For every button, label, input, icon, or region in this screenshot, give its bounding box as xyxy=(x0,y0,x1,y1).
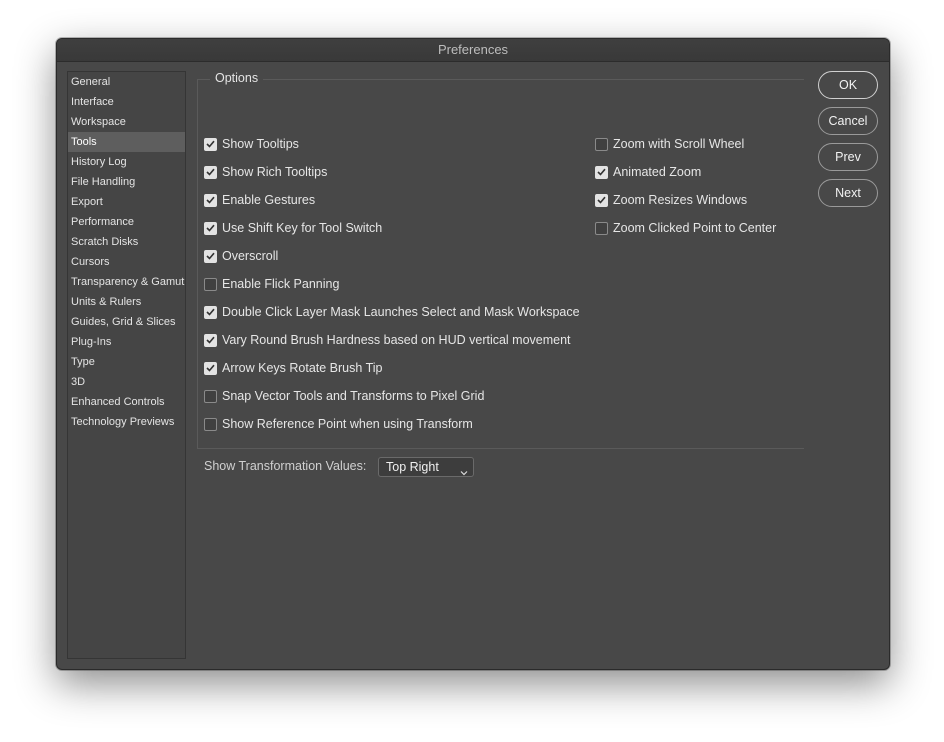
sidebar-item-3d[interactable]: 3D xyxy=(68,372,185,392)
option-label: Overscroll xyxy=(222,249,279,263)
sidebar-item-tools[interactable]: Tools xyxy=(68,132,185,152)
next-button[interactable]: Next xyxy=(818,179,878,207)
checkbox[interactable] xyxy=(204,333,217,347)
sidebar-item-type[interactable]: Type xyxy=(68,352,185,372)
option-label: Zoom Clicked Point to Center xyxy=(613,221,777,235)
checkbox[interactable] xyxy=(595,165,608,179)
option-double-click-layer-mask-launches-select-and-mask-workspace[interactable]: Double Click Layer Mask Launches Select … xyxy=(204,302,580,322)
sidebar-item-history-log[interactable]: History Log xyxy=(68,152,185,172)
option-label: Vary Round Brush Hardness based on HUD v… xyxy=(222,333,571,347)
option-snap-vector-tools-and-transforms-to-pixel-grid[interactable]: Snap Vector Tools and Transforms to Pixe… xyxy=(204,386,484,406)
check-icon xyxy=(206,196,215,204)
checkbox[interactable] xyxy=(595,137,608,151)
option-show-tooltips[interactable]: Show Tooltips xyxy=(204,134,299,154)
sidebar-item-technology-previews[interactable]: Technology Previews xyxy=(68,412,185,432)
check-icon xyxy=(206,140,215,148)
preferences-window: Preferences General Interface Workspace Too… xyxy=(56,38,890,670)
option-use-shift-key-for-tool-switch[interactable]: Use Shift Key for Tool Switch xyxy=(204,218,382,238)
checkbox[interactable] xyxy=(204,277,217,291)
option-label: Zoom Resizes Windows xyxy=(613,193,748,207)
checkbox[interactable] xyxy=(204,193,217,207)
check-icon xyxy=(206,224,215,232)
option-label: Show Rich Tooltips xyxy=(222,165,328,179)
sidebar-item-cursors[interactable]: Cursors xyxy=(68,252,185,272)
sidebar-item-plug-ins[interactable]: Plug-Ins xyxy=(68,332,185,352)
sidebar-item-file-handling[interactable]: File Handling xyxy=(68,172,185,192)
checkbox[interactable] xyxy=(204,389,217,403)
check-icon xyxy=(206,308,215,316)
option-label: Use Shift Key for Tool Switch xyxy=(222,221,383,235)
sidebar-item-enhanced-controls[interactable]: Enhanced Controls xyxy=(68,392,185,412)
option-show-reference-point-when-using-transform[interactable]: Show Reference Point when using Transfor… xyxy=(204,414,473,434)
options-group: Options Show Transformation Values: Top … xyxy=(197,71,804,477)
transformation-values-label: Show Transformation Values: xyxy=(204,459,367,473)
sidebar-item-scratch-disks[interactable]: Scratch Disks xyxy=(68,232,185,252)
window-title: Preferences xyxy=(57,39,889,62)
options-legend: Options xyxy=(210,71,264,85)
category-list: General Interface Workspace Tools History Lo… xyxy=(67,71,186,659)
checkbox[interactable] xyxy=(204,417,217,431)
check-icon xyxy=(206,336,215,344)
option-arrow-keys-rotate-brush-tip[interactable]: Arrow Keys Rotate Brush Tip xyxy=(204,358,382,378)
option-zoom-with-scroll-wheel[interactable]: Zoom with Scroll Wheel xyxy=(595,134,744,154)
option-label: Animated Zoom xyxy=(613,165,702,179)
ok-button[interactable]: OK xyxy=(818,71,878,99)
sidebar-item-units-rulers[interactable]: Units & Rulers xyxy=(68,292,185,312)
option-show-rich-tooltips[interactable]: Show Rich Tooltips xyxy=(204,162,327,182)
checkbox[interactable] xyxy=(204,249,217,263)
check-icon xyxy=(206,252,215,260)
option-label: Zoom with Scroll Wheel xyxy=(613,137,745,151)
checkbox[interactable] xyxy=(595,193,608,207)
checkbox[interactable] xyxy=(204,221,217,235)
checkbox[interactable] xyxy=(204,305,217,319)
check-icon xyxy=(597,196,606,204)
check-icon xyxy=(597,168,606,176)
option-overscroll[interactable]: Overscroll xyxy=(204,246,278,266)
transformation-values-select[interactable]: Top Right xyxy=(378,457,474,477)
sidebar-item-export[interactable]: Export xyxy=(68,192,185,212)
sidebar-item-workspace[interactable]: Workspace xyxy=(68,112,185,132)
option-label: Enable Gestures xyxy=(222,193,316,207)
sidebar-item-general[interactable]: General xyxy=(68,72,185,92)
option-vary-round-brush-hardness-based-on-hud-vertical-movement[interactable]: Vary Round Brush Hardness based on HUD v… xyxy=(204,330,571,350)
cancel-button[interactable]: Cancel xyxy=(818,107,878,135)
option-label: Double Click Layer Mask Launches Select … xyxy=(222,305,580,319)
checkbox[interactable] xyxy=(204,361,217,375)
chevron-down-icon xyxy=(460,463,468,481)
option-label: Show Reference Point when using Transfor… xyxy=(222,417,473,431)
sidebar-item-interface[interactable]: Interface xyxy=(68,92,185,112)
prev-button[interactable]: Prev xyxy=(818,143,878,171)
option-zoom-resizes-windows[interactable]: Zoom Resizes Windows xyxy=(595,190,747,210)
option-label: Arrow Keys Rotate Brush Tip xyxy=(222,361,383,375)
sidebar-item-transparency-gamut[interactable]: Transparency & Gamut xyxy=(68,272,185,292)
option-animated-zoom[interactable]: Animated Zoom xyxy=(595,162,701,182)
sidebar-item-guides-grid-slices[interactable]: Guides, Grid & Slices xyxy=(68,312,185,332)
option-enable-gestures[interactable]: Enable Gestures xyxy=(204,190,315,210)
checkbox[interactable] xyxy=(204,165,217,179)
option-label: Snap Vector Tools and Transforms to Pixe… xyxy=(222,389,485,403)
option-label: Show Tooltips xyxy=(222,137,299,151)
option-zoom-clicked-point-to-center[interactable]: Zoom Clicked Point to Center xyxy=(595,218,776,238)
transformation-values-value: Top Right xyxy=(386,460,439,474)
option-label: Enable Flick Panning xyxy=(222,277,340,291)
checkbox[interactable] xyxy=(204,137,217,151)
option-enable-flick-panning[interactable]: Enable Flick Panning xyxy=(204,274,339,294)
checkbox[interactable] xyxy=(595,221,608,235)
check-icon xyxy=(206,168,215,176)
sidebar-item-performance[interactable]: Performance xyxy=(68,212,185,232)
check-icon xyxy=(206,364,215,372)
